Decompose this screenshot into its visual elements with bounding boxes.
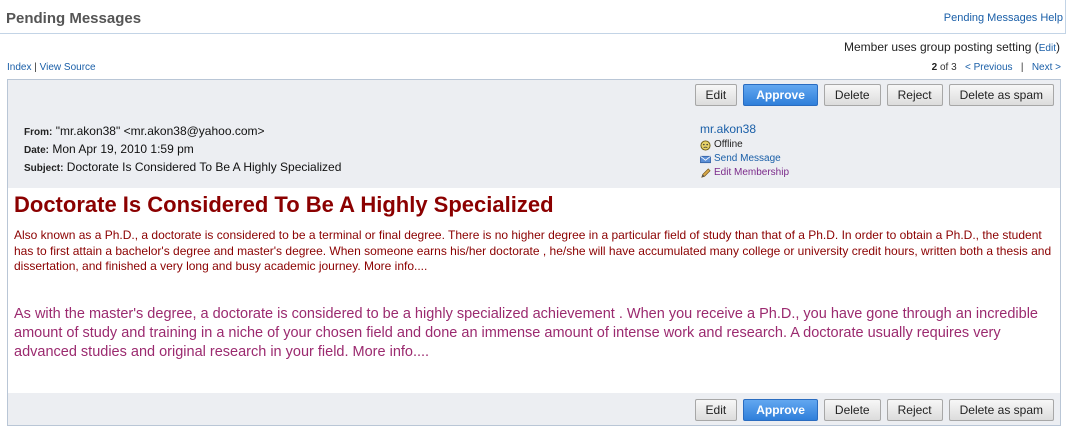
status-text: Offline (714, 139, 743, 150)
delete-button-bottom[interactable]: Delete (823, 399, 881, 421)
envelope-icon (700, 155, 711, 163)
approve-button[interactable]: Approve (743, 84, 818, 106)
from-row: From: "mr.akon38" <mr.akon38@yahoo.com> (24, 123, 341, 141)
from-value: "mr.akon38" <mr.akon38@yahoo.com> (55, 124, 265, 138)
edit-membership-row: Edit Membership (700, 166, 789, 180)
date-value: Mon Apr 19, 2010 1:59 pm (52, 142, 194, 156)
status-offline-icon (700, 139, 711, 151)
subject-value: Doctorate Is Considered To Be A Highly S… (66, 160, 342, 174)
subject-row: Subject: Doctorate Is Considered To Be A… (24, 159, 341, 177)
posting-paren-close: ) (1056, 40, 1060, 54)
action-bar-top: Edit Approve Delete Reject Delete as spa… (694, 84, 1054, 106)
member-name-link[interactable]: mr.akon38 (700, 122, 756, 136)
pencil-icon (701, 167, 711, 178)
pagination-separator: | (1020, 62, 1024, 73)
message-body: Doctorate Is Considered To Be A Highly S… (14, 192, 1056, 362)
from-label: From: (24, 127, 53, 138)
edit-membership-link[interactable]: Edit Membership (714, 166, 789, 180)
approve-button-bottom[interactable]: Approve (743, 399, 818, 421)
link-separator: | (34, 62, 37, 73)
member-status: Offline (700, 138, 789, 152)
message-fields: From: "mr.akon38" <mr.akon38@yahoo.com> … (24, 123, 341, 177)
delete-button[interactable]: Delete (823, 84, 881, 106)
send-message-link[interactable]: Send Message (714, 152, 781, 166)
posting-setting: Member uses group posting setting (Edit) (844, 40, 1060, 54)
send-message-row: Send Message (700, 152, 789, 166)
pagination: 2 of 3 < Previous | Next > (932, 62, 1061, 73)
message-panel: Edit Approve Delete Reject Delete as spa… (7, 79, 1061, 426)
page-header: Pending Messages Pending Messages Help (0, 0, 1066, 34)
posting-setting-text: Member uses group posting setting (843, 40, 1032, 54)
message-paragraph-2: As with the master's degree, a doctorate… (14, 305, 1038, 360)
next-link[interactable]: Next > (1032, 62, 1061, 73)
posting-edit-link[interactable]: Edit (1039, 43, 1056, 54)
page-total: of 3 (939, 62, 957, 73)
member-card: mr.akon38 Offline Send Message Edit Memb… (700, 122, 789, 180)
message-footer: Edit Approve Delete Reject Delete as spa… (8, 393, 1060, 425)
help-link[interactable]: Pending Messages Help (944, 12, 1063, 24)
index-link[interactable]: Index (7, 62, 31, 73)
edit-button-bottom[interactable]: Edit (694, 399, 738, 421)
delete-as-spam-button[interactable]: Delete as spam (948, 84, 1054, 106)
reject-button[interactable]: Reject (886, 84, 943, 106)
delete-as-spam-button-bottom[interactable]: Delete as spam (948, 399, 1054, 421)
previous-link[interactable]: < Previous (965, 62, 1013, 73)
page-title: Pending Messages (6, 10, 142, 27)
reject-button-bottom[interactable]: Reject (886, 399, 943, 421)
message-heading: Doctorate Is Considered To Be A Highly S… (14, 192, 554, 217)
message-header: Edit Approve Delete Reject Delete as spa… (8, 80, 1060, 188)
message-paragraph-1: Also known as a Ph.D., a doctorate is co… (14, 228, 1052, 273)
message-links: Index | View Source (7, 62, 96, 73)
view-source-link[interactable]: View Source (40, 62, 96, 73)
edit-button[interactable]: Edit (694, 84, 738, 106)
date-row: Date: Mon Apr 19, 2010 1:59 pm (24, 141, 341, 159)
action-bar-bottom: Edit Approve Delete Reject Delete as spa… (694, 399, 1054, 421)
current-page: 2 (931, 62, 938, 73)
subject-label: Subject: (24, 163, 64, 174)
date-label: Date: (24, 145, 50, 156)
